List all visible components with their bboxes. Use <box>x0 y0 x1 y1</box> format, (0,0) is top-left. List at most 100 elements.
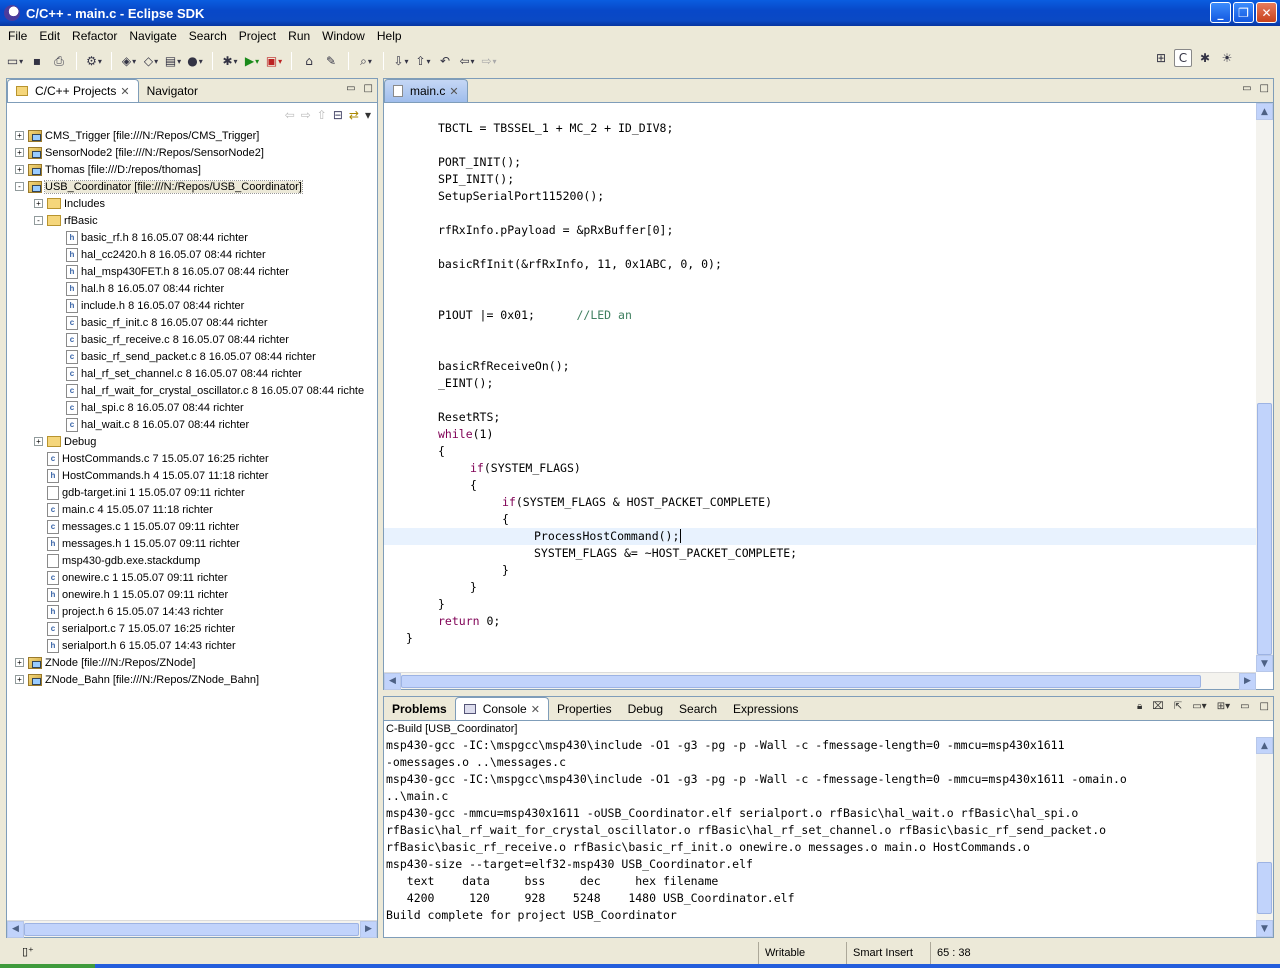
scroll-left-icon[interactable]: ◀ <box>384 672 401 690</box>
menu-file[interactable]: File <box>2 29 33 43</box>
tree-horizontal-scrollbar[interactable]: ◀ ▶ <box>7 920 377 938</box>
maximize-view-icon[interactable]: □ <box>1260 83 1269 94</box>
collapse-all-icon[interactable]: ⊟ <box>333 108 343 122</box>
tab-console[interactable]: Console ✕ <box>454 697 549 720</box>
expand-icon[interactable]: + <box>15 131 24 140</box>
scroll-down-icon[interactable]: ▼ <box>1256 655 1273 672</box>
tree-node[interactable]: + Thomas [file:///D:/repos/thomas] <box>7 161 377 178</box>
menu-refactor[interactable]: Refactor <box>66 29 123 43</box>
tree-node[interactable]: + CMS_Trigger [file:///N:/Repos/CMS_Trigg… <box>7 127 377 144</box>
new-project-icon[interactable]: ◈ <box>120 52 138 70</box>
tree-node[interactable]: + SensorNode2 [file:///N:/Repos/SensorNod… <box>7 144 377 161</box>
tree-node[interactable]: + ZNode_Bahn [file:///N:/Repos/ZNode_Bahn… <box>7 671 377 688</box>
minimize-view-icon[interactable]: ▭ <box>1242 83 1251 94</box>
tab-main-c[interactable]: main.c ✕ <box>384 79 468 102</box>
pin-console-icon[interactable]: ⇱ <box>1174 701 1182 712</box>
last-edit-icon[interactable]: ↶ <box>436 52 454 70</box>
menu-search[interactable]: Search <box>183 29 233 43</box>
open-type-icon[interactable]: ⌂ <box>300 52 318 70</box>
collapse-icon[interactable]: - <box>15 182 24 191</box>
tree-node[interactable]: c messages.c 1 15.05.07 09:11 richter <box>7 518 377 535</box>
tree-node[interactable]: h basic_rf.h 8 16.05.07 08:44 richter <box>7 229 377 246</box>
back-icon[interactable]: ⇦ <box>458 52 476 70</box>
expand-icon[interactable]: + <box>34 437 43 446</box>
next-annotation-icon[interactable]: ⇩ <box>392 52 410 70</box>
debug-icon[interactable]: ✱ <box>221 52 239 70</box>
tree-node[interactable]: c serialport.c 7 15.05.07 16:25 richter <box>7 620 377 637</box>
debug-perspective-icon[interactable]: ✱ <box>1196 49 1214 67</box>
tree-node[interactable]: + ZNode [file:///N:/Repos/ZNode] <box>7 654 377 671</box>
forward-icon[interactable]: ⇨ <box>480 52 498 70</box>
back-icon[interactable]: ⇦ <box>285 108 295 122</box>
open-perspective-icon[interactable]: ⊞ <box>1152 49 1170 67</box>
tab-expressions[interactable]: Expressions <box>725 698 806 720</box>
close-window-button[interactable]: ✕ <box>1256 2 1277 23</box>
scroll-right-icon[interactable]: ▶ <box>1239 672 1256 690</box>
maximize-button[interactable]: ❐ <box>1233 2 1254 23</box>
tree-node[interactable]: - USB_Coordinator [file:///N:/Repos/USB_C… <box>7 178 377 195</box>
maximize-view-icon[interactable]: □ <box>1260 701 1269 712</box>
tree-node[interactable]: c basic_rf_send_packet.c 8 16.05.07 08:44… <box>7 348 377 365</box>
tree-node[interactable]: h HostCommands.h 4 15.05.07 11:18 richter <box>7 467 377 484</box>
tree-node[interactable]: h onewire.h 1 15.05.07 09:11 richter <box>7 586 377 603</box>
menu-project[interactable]: Project <box>233 29 282 43</box>
tree-node[interactable]: h project.h 6 15.05.07 14:43 richter <box>7 603 377 620</box>
scroll-down-icon[interactable]: ▼ <box>1256 920 1273 937</box>
tree-node[interactable]: h hal.h 8 16.05.07 08:44 richter <box>7 280 377 297</box>
tab-debug[interactable]: Debug <box>620 698 671 720</box>
tree-node[interactable]: c hal_wait.c 8 16.05.07 08:44 richter <box>7 416 377 433</box>
search-icon[interactable]: ⌕ <box>357 52 375 70</box>
new-source-icon[interactable]: ▤ <box>164 52 182 70</box>
fast-view-icon[interactable]: ▯⁺ <box>22 945 34 958</box>
external-tools-icon[interactable]: ▣ <box>265 52 283 70</box>
tree-node[interactable]: c hal_rf_wait_for_crystal_oscillator.c 8 … <box>7 382 377 399</box>
tree-node[interactable]: h hal_cc2420.h 8 16.05.07 08:44 richter <box>7 246 377 263</box>
expand-icon[interactable]: + <box>34 199 43 208</box>
forward-icon[interactable]: ⇨ <box>301 108 311 122</box>
minimize-view-icon[interactable]: ▭ <box>1240 701 1249 712</box>
scroll-left-icon[interactable]: ◀ <box>7 920 24 938</box>
close-icon[interactable]: ✕ <box>531 703 540 716</box>
editor-horizontal-scrollbar[interactable]: ◀ ▶ <box>384 672 1256 690</box>
clear-console-icon[interactable]: ⌧ <box>1152 701 1164 712</box>
expand-icon[interactable]: + <box>15 675 24 684</box>
display-console-icon[interactable]: ▭▾ <box>1192 701 1206 712</box>
close-icon[interactable]: ✕ <box>449 85 458 98</box>
previous-annotation-icon[interactable]: ⇧ <box>414 52 432 70</box>
run-icon[interactable]: ▶ <box>243 52 261 70</box>
tree-node[interactable]: + Debug <box>7 433 377 450</box>
console-vertical-scrollbar[interactable]: ▲ ▼ <box>1256 737 1273 937</box>
menu-window[interactable]: Window <box>316 29 371 43</box>
expand-icon[interactable]: + <box>15 658 24 667</box>
tree-node[interactable]: c HostCommands.c 7 15.05.07 16:25 richter <box>7 450 377 467</box>
tab-search[interactable]: Search <box>671 698 725 720</box>
up-icon[interactable]: ⇧ <box>317 108 327 122</box>
tree-node[interactable]: c main.c 4 15.05.07 11:18 richter <box>7 501 377 518</box>
expand-icon[interactable]: + <box>15 148 24 157</box>
toggle-mark-icon[interactable]: ✎ <box>322 52 340 70</box>
console-output[interactable]: msp430-gcc -IC:\mspgcc\msp430\include -O… <box>386 737 1256 935</box>
minimize-view-icon[interactable]: ▭ <box>346 83 355 94</box>
scroll-lock-icon[interactable]: 🔒︎ <box>1137 701 1142 712</box>
tab-problems[interactable]: Problems <box>384 698 455 720</box>
maximize-view-icon[interactable]: □ <box>364 83 373 94</box>
print-icon[interactable]: ⎙ <box>50 52 68 70</box>
tree-node[interactable]: h include.h 8 16.05.07 08:44 richter <box>7 297 377 314</box>
tree-node[interactable]: + Includes <box>7 195 377 212</box>
tree-node[interactable]: c onewire.c 1 15.05.07 09:11 richter <box>7 569 377 586</box>
menu-edit[interactable]: Edit <box>33 29 66 43</box>
tab-properties[interactable]: Properties <box>549 698 620 720</box>
editor-vertical-scrollbar[interactable]: ▲ ▼ <box>1256 103 1273 672</box>
cpp-perspective-icon[interactable]: C <box>1174 49 1192 67</box>
menu-navigate[interactable]: Navigate <box>123 29 182 43</box>
open-console-icon[interactable]: ⊞▾ <box>1217 701 1230 712</box>
collapse-icon[interactable]: - <box>34 216 43 225</box>
tab-navigator[interactable]: Navigator <box>139 80 206 102</box>
scroll-right-icon[interactable]: ▶ <box>360 920 377 938</box>
tree-node[interactable]: gdb-target.ini 1 15.05.07 09:11 richter <box>7 484 377 501</box>
tree-node[interactable]: c hal_rf_set_channel.c 8 16.05.07 08:44 r… <box>7 365 377 382</box>
new-folder-icon[interactable]: ◇ <box>142 52 160 70</box>
tree-node[interactable]: c basic_rf_init.c 8 16.05.07 08:44 richte… <box>7 314 377 331</box>
expand-icon[interactable]: + <box>15 165 24 174</box>
code-editor[interactable]: TBCTL = TBSSEL_1 + MC_2 + ID_DIV8; PORT_I… <box>384 103 1256 672</box>
